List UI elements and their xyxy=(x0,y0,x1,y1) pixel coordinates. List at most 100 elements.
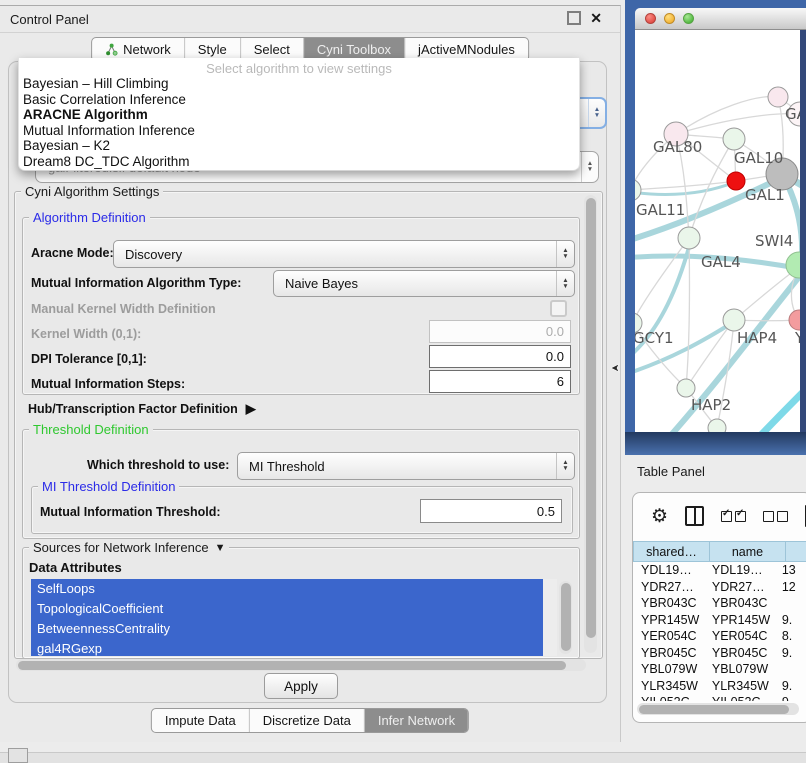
algorithm-option-mutual-information-inference[interactable]: Mutual Information Inference xyxy=(19,123,579,139)
algorithm-option-bayesian-hill-climbing[interactable]: Bayesian – Hill Climbing xyxy=(19,76,579,92)
mi-algorithm-type-combobox[interactable]: Naive Bayes ▲▼ xyxy=(273,270,575,297)
status-strip xyxy=(0,752,806,763)
tab-discretize-data[interactable]: Discretize Data xyxy=(250,709,365,732)
network-node-swi4[interactable] xyxy=(786,252,800,278)
network-node-gal1[interactable] xyxy=(727,172,745,190)
table-row[interactable]: YIL052CYIL052C9 xyxy=(633,694,806,701)
column-header-name[interactable]: name xyxy=(710,541,786,562)
network-node-gal11[interactable] xyxy=(635,179,641,201)
attribute-item-gal4rgexp[interactable]: gal4RGexp xyxy=(31,639,543,656)
node-label-hap4: HAP4 xyxy=(737,329,777,347)
aracne-mode-combobox[interactable]: Discovery ▲▼ xyxy=(113,240,575,268)
scrollbar-thumb[interactable] xyxy=(18,661,566,670)
collapse-arrow-icon[interactable]: ▼ xyxy=(215,542,226,554)
network-node-y[interactable] xyxy=(789,310,800,330)
table-row[interactable]: YBL079WYBL079W xyxy=(633,661,806,678)
scrollbar-thumb[interactable] xyxy=(586,198,596,638)
kernel-width-label: Kernel Width (0,1): xyxy=(31,327,141,341)
control-panel-titlebar: Control Panel ✕ xyxy=(0,6,620,33)
algorithm-option-bayesian-k2[interactable]: Bayesian – K2 xyxy=(19,138,579,154)
data-attributes-list[interactable]: SelfLoopsTopologicalCoefficientBetweenne… xyxy=(31,579,557,656)
table-cell: YPR145W xyxy=(633,613,704,627)
table-row[interactable]: YBR045CYBR045C9. xyxy=(633,645,806,662)
which-threshold-combobox[interactable]: MI Threshold ▲▼ xyxy=(237,452,575,480)
node-label-gal: GAL xyxy=(785,105,800,123)
table-panel-window: ⚙ shared…name YDL19…YDL19…13YDR27…YDR27…… xyxy=(632,492,806,723)
table-row[interactable]: YDR27…YDR27…12 xyxy=(633,579,806,596)
table-row[interactable]: YER054CYER054C8. xyxy=(633,628,806,645)
maximize-window-icon[interactable] xyxy=(683,13,694,24)
network-node-hap2[interactable] xyxy=(677,379,695,397)
hub-transcription-section-toggle[interactable]: Hub/Transcription Factor Definition ▶ xyxy=(28,401,256,417)
bottom-tab-bar: Impute Data Discretize Data Infer Network xyxy=(151,708,469,733)
network-edge[interactable] xyxy=(635,238,689,323)
minimize-window-icon[interactable] xyxy=(664,13,675,24)
hide-columns-icon[interactable] xyxy=(763,511,788,522)
float-window-icon[interactable] xyxy=(567,11,581,25)
columns-icon[interactable] xyxy=(685,506,704,526)
algorithm-dropdown-popup: Select algorithm to view settings Bayesi… xyxy=(18,58,580,171)
scrollbar-thumb[interactable] xyxy=(639,705,789,714)
algorithm-option-aracne-algorithm[interactable]: ARACNE Algorithm xyxy=(19,107,579,123)
close-panel-icon[interactable]: ✕ xyxy=(590,11,602,25)
network-edge[interactable] xyxy=(747,382,800,432)
dpi-tolerance-input[interactable]: 0.0 xyxy=(429,345,571,368)
hub-transcription-label: Hub/Transcription Factor Definition xyxy=(28,402,238,416)
network-node-hap4[interactable] xyxy=(723,309,745,331)
mi-steps-value: 6 xyxy=(557,374,564,389)
aracne-mode-label: Aracne Mode: xyxy=(31,246,114,260)
which-threshold-value: MI Threshold xyxy=(238,453,556,479)
network-view-canvas[interactable]: GALGAL80GAL10GAL1GAL11GAL4SWI4GCY1HAP4YH… xyxy=(635,30,800,432)
table-row[interactable]: YPR145WYPR145W9. xyxy=(633,612,806,629)
table-cell: YDL19… xyxy=(704,563,774,577)
tab-discretize-data-label: Discretize Data xyxy=(263,713,351,728)
network-window-titlebar[interactable] xyxy=(635,8,806,30)
table-row[interactable]: YDL19…YDL19…13 xyxy=(633,562,806,579)
attributes-list-scrollbar[interactable] xyxy=(559,581,572,654)
table-cell: YDR27… xyxy=(704,580,774,594)
table-cell: YDL19… xyxy=(633,563,704,577)
data-attributes-label: Data Attributes xyxy=(29,560,122,575)
algorithm-option-dream8-dc-tdc-algorithm[interactable]: Dream8 DC_TDC Algorithm xyxy=(19,154,579,170)
settings-horizontal-scrollbar[interactable] xyxy=(16,659,586,671)
gear-icon[interactable]: ⚙ xyxy=(651,507,668,526)
kernel-width-input[interactable]: 0.0 xyxy=(429,320,571,343)
apply-button[interactable]: Apply xyxy=(264,673,338,699)
combobox-stepper-icon: ▲▼ xyxy=(581,152,598,182)
show-columns-icon[interactable] xyxy=(721,511,746,522)
table-cell: YLR345W xyxy=(633,679,704,693)
column-header-col2[interactable] xyxy=(786,541,806,562)
attribute-item-betweennesscentrality[interactable]: BetweennessCentrality xyxy=(31,619,543,639)
table-cell: 9. xyxy=(774,613,806,627)
scrollbar-thumb[interactable] xyxy=(561,583,571,651)
table-row[interactable]: YBR043CYBR043C xyxy=(633,595,806,612)
mi-steps-input[interactable]: 6 xyxy=(429,370,571,393)
control-panel-title: Control Panel xyxy=(0,12,89,27)
threshold-definition-group: Threshold Definition Which threshold to … xyxy=(22,429,580,539)
combobox-stepper-icon: ▲▼ xyxy=(556,241,574,267)
settings-vertical-scrollbar[interactable] xyxy=(584,195,597,653)
mi-threshold-definition-group: MI Threshold Definition Mutual Informati… xyxy=(31,486,573,534)
network-node-gal4[interactable] xyxy=(678,227,700,249)
mutual-information-threshold-input[interactable]: 0.5 xyxy=(420,499,562,523)
expand-arrow-icon: ▶ xyxy=(246,401,256,417)
network-window-shadow xyxy=(625,432,806,455)
table-row[interactable]: YLR345WYLR345W9. xyxy=(633,678,806,695)
network-node[interactable] xyxy=(708,419,726,432)
panel-grip-icon[interactable] xyxy=(8,748,28,763)
table-cell: 9 xyxy=(774,695,806,701)
column-header-shared-[interactable]: shared… xyxy=(633,541,710,562)
attribute-item-selfloops[interactable]: SelfLoops xyxy=(31,579,543,599)
tab-impute-data[interactable]: Impute Data xyxy=(152,709,250,732)
network-edge[interactable] xyxy=(665,272,800,432)
close-window-icon[interactable] xyxy=(645,13,656,24)
network-node-gal[interactable] xyxy=(768,87,788,107)
algorithm-option-basic-correlation-inference[interactable]: Basic Correlation Inference xyxy=(19,92,579,108)
table-horizontal-scrollbar[interactable] xyxy=(637,703,799,715)
network-node[interactable] xyxy=(723,128,745,150)
combobox-stepper-icon: ▲▼ xyxy=(556,271,574,296)
table-cell: YBR045C xyxy=(633,646,704,660)
attribute-item-topologicalcoefficient[interactable]: TopologicalCoefficient xyxy=(31,599,543,619)
tab-infer-network[interactable]: Infer Network xyxy=(365,709,468,732)
manual-kernel-width-checkbox[interactable] xyxy=(550,300,567,317)
